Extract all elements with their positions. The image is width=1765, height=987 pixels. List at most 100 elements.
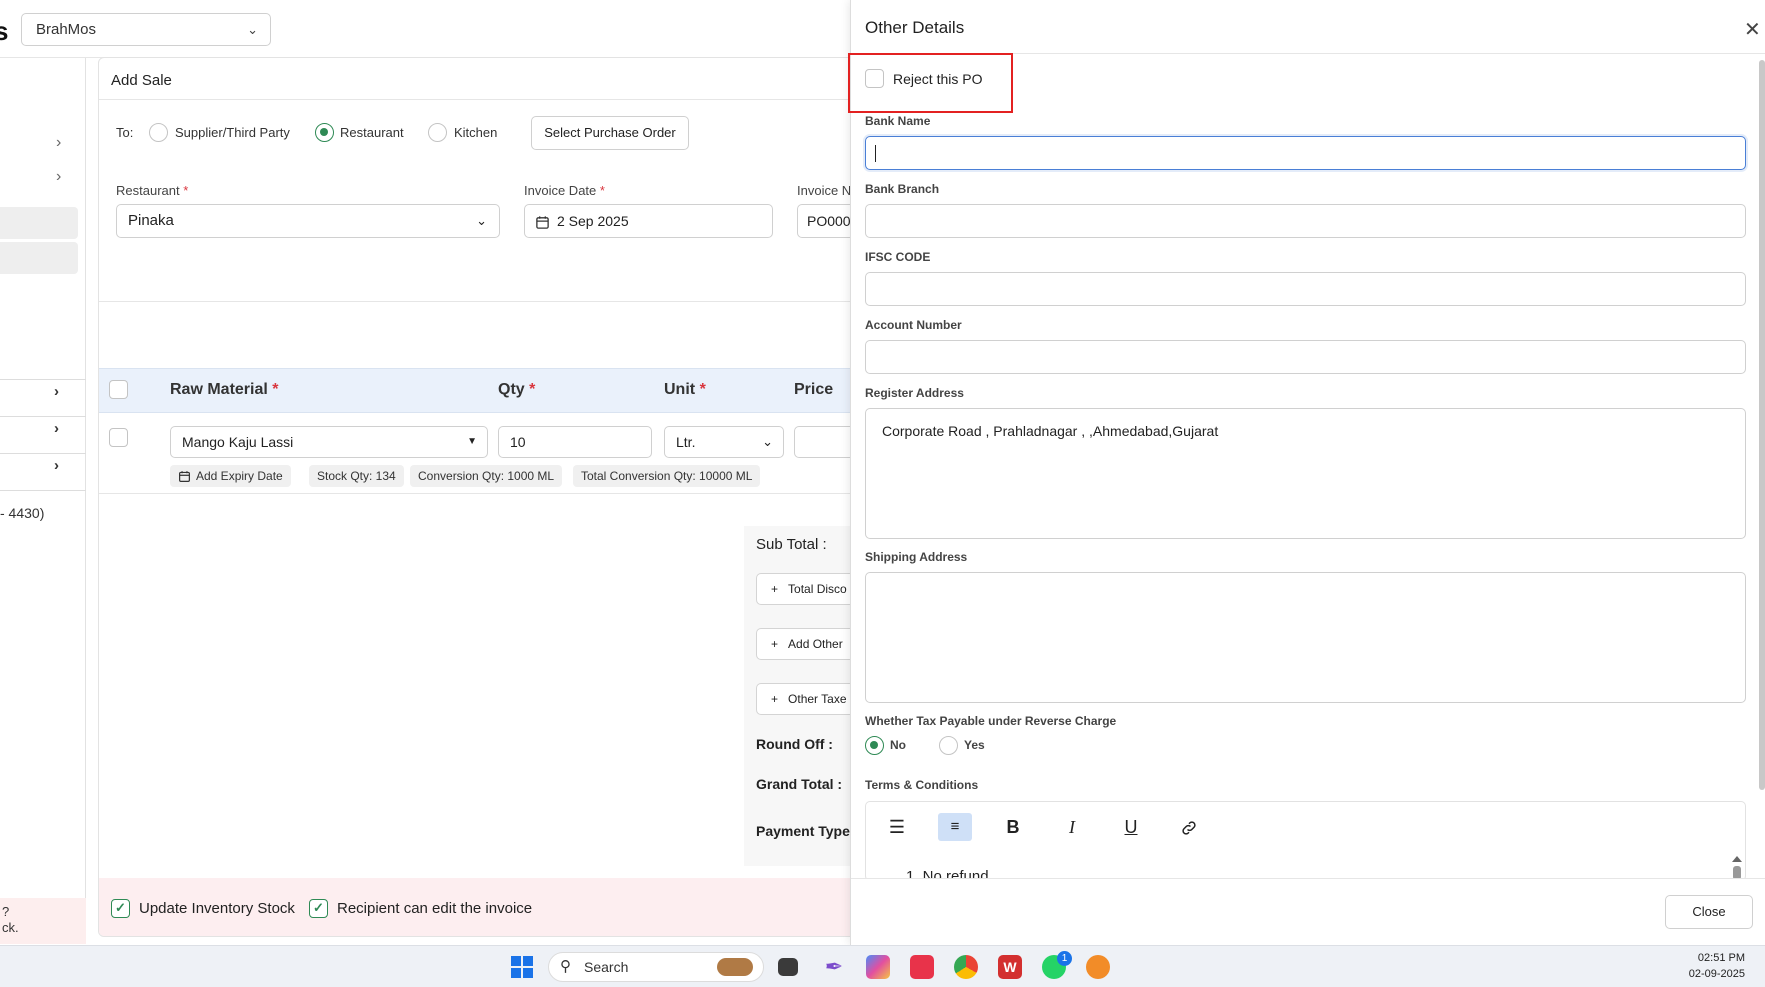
price-input[interactable] xyxy=(794,426,857,458)
link-icon[interactable] xyxy=(1172,813,1206,841)
qty-input[interactable]: 10 xyxy=(498,426,652,458)
outlet-select-value: BrahMos xyxy=(36,21,97,38)
plus-icon: + xyxy=(771,692,779,706)
file-explorer-icon[interactable] xyxy=(778,958,798,976)
app-icon[interactable] xyxy=(1086,955,1110,979)
ifsc-code-label: IFSC CODE xyxy=(865,250,931,264)
bold-icon[interactable]: B xyxy=(996,813,1030,841)
close-button[interactable]: Close xyxy=(1665,895,1753,929)
radio-restaurant[interactable] xyxy=(315,123,334,142)
bank-branch-input[interactable] xyxy=(865,204,1746,238)
text-caret xyxy=(875,145,876,162)
reject-po-label: Reject this PO xyxy=(893,71,983,87)
sub-total-label: Sub Total : xyxy=(756,536,827,553)
invoice-date-label: Invoice Date * xyxy=(524,183,605,198)
invoice-number-input[interactable]: PO000 xyxy=(797,204,857,238)
reverse-charge-label: Whether Tax Payable under Reverse Charge xyxy=(865,714,1117,728)
sidebar-item[interactable] xyxy=(0,242,78,274)
register-address-label: Register Address xyxy=(865,386,964,400)
panel-footer: Close xyxy=(851,878,1765,945)
register-address-textarea[interactable]: Corporate Road , Prahladnagar , ,Ahmedab… xyxy=(865,408,1746,539)
taskbar-search-placeholder: Search xyxy=(584,959,629,975)
windows-start-icon[interactable] xyxy=(510,955,534,979)
invoice-date-input[interactable]: 2 Sep 2025 xyxy=(524,204,773,238)
chrome-icon[interactable] xyxy=(954,955,978,979)
other-details-panel: Other Details ✕ Reject this PO Bank Name… xyxy=(848,0,1765,945)
recipient-edit-checkbox[interactable]: ✓ xyxy=(309,899,328,918)
unit-select[interactable]: Ltr. ⌄ xyxy=(664,426,784,458)
store-app-icon[interactable] xyxy=(910,955,934,979)
shipping-address-textarea[interactable] xyxy=(865,572,1746,703)
chevron-right-icon[interactable]: › xyxy=(56,134,61,152)
chevron-right-icon[interactable]: › xyxy=(54,457,59,474)
sidebar-item[interactable] xyxy=(0,207,78,239)
col-unit: Unit * xyxy=(664,381,706,398)
total-discount-button[interactable]: + Total Disco xyxy=(756,573,857,605)
add-other-charges-button[interactable]: + Add Other xyxy=(756,628,857,660)
taskbar-search[interactable]: ⚲ Search xyxy=(548,952,764,982)
radio-supplier-label: Supplier/Third Party xyxy=(175,125,290,140)
update-inventory-checkbox[interactable]: ✓ xyxy=(111,899,130,918)
page-title: Add Sale xyxy=(111,72,172,89)
other-taxes-button[interactable]: + Other Taxe xyxy=(756,683,857,715)
terms-editor[interactable]: ☰ ≡ B I U 1. No refund xyxy=(865,801,1746,881)
radio-kitchen[interactable] xyxy=(428,123,447,142)
sidebar-footer-line1: ? xyxy=(2,904,10,919)
reverse-charge-no-radio[interactable] xyxy=(865,736,884,755)
bank-name-input[interactable] xyxy=(865,136,1746,170)
invoice-date-value: 2 Sep 2025 xyxy=(557,213,629,229)
chevron-down-icon: ⌄ xyxy=(247,22,258,37)
round-off-label: Round Off : xyxy=(756,736,833,752)
restaurant-select[interactable]: Pinaka ⌄ xyxy=(116,204,500,238)
search-icon: ⚲ xyxy=(560,958,571,975)
row-checkbox[interactable] xyxy=(109,428,128,447)
ifsc-code-input[interactable] xyxy=(865,272,1746,306)
divider xyxy=(0,379,86,380)
divider xyxy=(0,453,86,454)
chevron-right-icon[interactable]: › xyxy=(54,420,59,437)
col-raw-material: Raw Material * xyxy=(170,381,279,398)
divider xyxy=(99,493,857,494)
sidebar-footer-line2: ck. xyxy=(2,920,19,935)
chevron-right-icon[interactable]: › xyxy=(54,383,59,400)
app-logo-fragment: s xyxy=(0,16,9,46)
wps-office-icon[interactable]: W xyxy=(998,955,1022,979)
editor-scrollbar[interactable] xyxy=(1730,854,1744,880)
add-expiry-date-chip[interactable]: Add Expiry Date xyxy=(170,465,291,487)
panel-scrollbar[interactable] xyxy=(1759,60,1765,790)
chevron-down-icon: ⌄ xyxy=(476,213,487,228)
to-label: To: xyxy=(116,125,134,140)
calendar-icon xyxy=(178,468,191,490)
account-number-input[interactable] xyxy=(865,340,1746,374)
unit-value: Ltr. xyxy=(676,434,696,450)
clock-date: 02-09-2025 xyxy=(1688,968,1745,980)
reverse-charge-yes-label: Yes xyxy=(964,738,985,752)
copilot-icon[interactable] xyxy=(866,955,890,979)
select-purchase-order-button[interactable]: Select Purchase Order xyxy=(531,116,689,150)
raw-material-select[interactable]: Mango Kaju Lassi ▼ xyxy=(170,426,488,458)
underline-icon[interactable]: U xyxy=(1114,813,1148,841)
clock-time: 02:51 PM xyxy=(1697,952,1745,964)
bullet-list-icon[interactable]: ☰ xyxy=(880,813,914,841)
raw-material-value: Mango Kaju Lassi xyxy=(182,434,294,450)
payment-type-label: Payment Type xyxy=(756,823,850,839)
divider xyxy=(99,99,857,100)
numbered-list-icon[interactable]: ≡ xyxy=(938,813,972,841)
reject-po-checkbox[interactable] xyxy=(865,69,884,88)
bank-name-label: Bank Name xyxy=(865,114,931,128)
taskbar: ⚲ Search ✒ W 1 02:51 PM 02-09-2025 xyxy=(0,945,1765,987)
select-all-checkbox[interactable] xyxy=(109,380,128,399)
radio-supplier[interactable] xyxy=(149,123,168,142)
bank-branch-label: Bank Branch xyxy=(865,182,940,196)
caret-down-icon: ▼ xyxy=(467,436,477,447)
italic-icon[interactable]: I xyxy=(1055,813,1089,841)
close-icon[interactable]: ✕ xyxy=(1744,17,1761,42)
account-number-label: Account Number xyxy=(865,318,962,332)
pen-app-icon[interactable]: ✒ xyxy=(822,955,846,979)
system-clock[interactable]: 02:51 PM 02-09-2025 xyxy=(1689,950,1745,982)
plus-icon: + xyxy=(771,582,779,596)
chevron-right-icon[interactable]: › xyxy=(56,168,61,186)
outlet-select[interactable]: BrahMos ⌄ xyxy=(21,13,271,46)
reverse-charge-yes-radio[interactable] xyxy=(939,736,958,755)
panel-title: Other Details xyxy=(865,18,965,37)
